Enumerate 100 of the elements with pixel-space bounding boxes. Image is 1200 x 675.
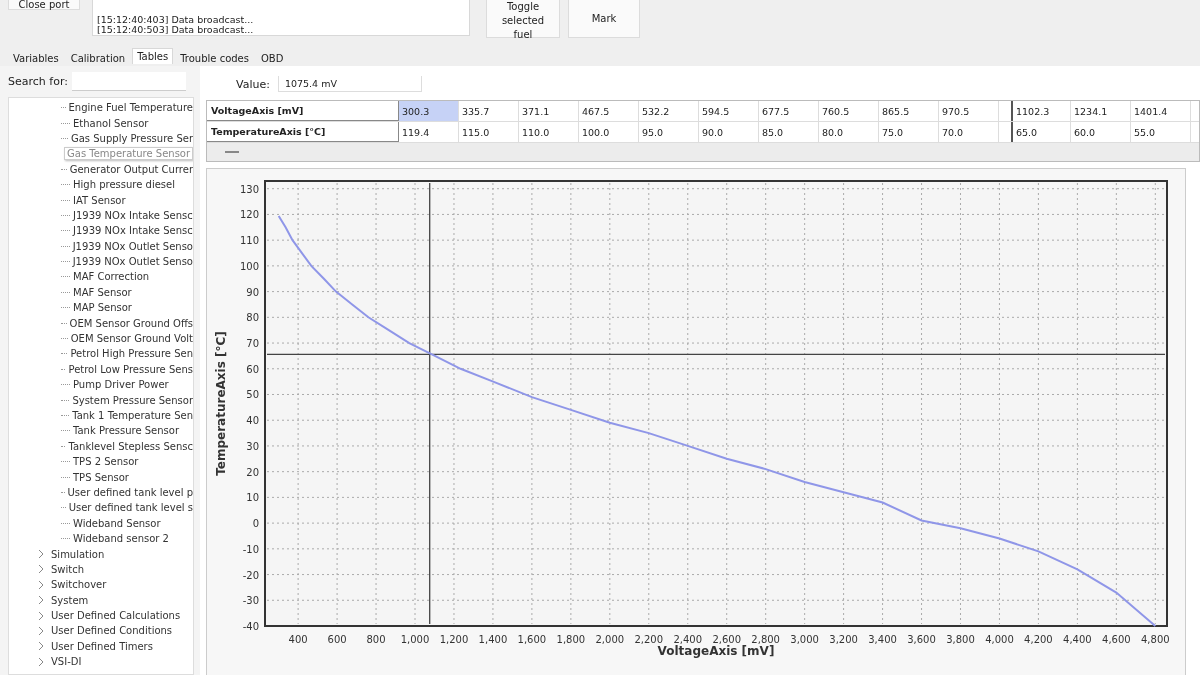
value-field[interactable]: 1075.4 mV	[277, 76, 422, 92]
y-tick-label: 130	[239, 183, 259, 195]
x-tick-label: 4,600	[1102, 634, 1131, 645]
y-tick-label: -10	[242, 543, 259, 555]
tree-item[interactable]: User defined tank level s	[68, 502, 193, 514]
tree-item[interactable]: Pump Driver Power	[73, 379, 169, 391]
search-label: Search for:	[8, 74, 68, 88]
table-cell[interactable]: 467.5	[579, 101, 639, 121]
table-cell[interactable]: 371.1	[519, 101, 579, 121]
tree-item[interactable]: Tank 1 Temperature Sen	[72, 410, 193, 421]
tree-item[interactable]: Wideband sensor 2	[73, 533, 169, 545]
table-cell[interactable]: 677.5	[759, 101, 819, 121]
tab[interactable]: Trouble codes	[175, 50, 254, 66]
table-cell[interactable]: 865.5	[879, 101, 939, 121]
tree-item[interactable]: System Pressure Sensor	[72, 394, 193, 406]
x-tick-label: 1,600	[517, 634, 547, 645]
x-tick-label: 1,800	[556, 634, 586, 645]
y-tick-label: 70	[246, 338, 259, 350]
tab[interactable]: OBD	[256, 50, 289, 66]
table-cell[interactable]: 335.7	[459, 101, 519, 121]
tree-item[interactable]: TPS Sensor	[73, 471, 129, 483]
table-cell[interactable]: 85.0	[759, 122, 819, 142]
y-tick-label: 90	[246, 286, 259, 298]
tree-item[interactable]: User Defined Calculations	[51, 610, 181, 622]
x-tick-label: 4,000	[985, 634, 1014, 645]
tree-item[interactable]: Ethanol Sensor	[73, 117, 149, 129]
x-tick-label: 3,800	[946, 634, 975, 645]
tree-item[interactable]: Generator Output Currer	[69, 163, 193, 175]
tree-item[interactable]: High pressure diesel	[73, 179, 175, 191]
y-tick-label: -40	[242, 621, 259, 632]
y-tick-label: 110	[239, 235, 259, 247]
tree-item[interactable]: User Defined Timers	[51, 640, 153, 652]
tab[interactable]: Variables	[8, 50, 64, 66]
x-tick-label: 4,200	[1024, 634, 1053, 645]
x-tick-label: 3,200	[829, 634, 858, 645]
tree-item[interactable]: System	[51, 594, 89, 606]
tree-item[interactable]: Petrol Low Pressure Sens	[68, 363, 193, 375]
x-tick-label: 2,600	[712, 634, 742, 645]
x-tick-label: 3,600	[907, 634, 936, 645]
tree-item[interactable]: Gas Supply Pressure Ser	[71, 132, 193, 144]
tab[interactable]: Calibration	[65, 50, 131, 66]
chevron-right-icon[interactable]	[37, 641, 45, 652]
tree-item[interactable]: J1939 NOx Intake Sensc	[73, 225, 193, 237]
chevron-right-icon[interactable]	[37, 564, 45, 575]
chevron-right-icon[interactable]	[37, 656, 45, 667]
tree-item[interactable]: IAT Sensor	[73, 194, 126, 206]
search-field[interactable]	[71, 71, 186, 91]
tree-item[interactable]: TPS 2 Sensor	[73, 456, 139, 468]
tree-item[interactable]: Switch	[51, 563, 85, 575]
y-tick-label: 20	[246, 466, 259, 478]
tree-item[interactable]: VSI-DI	[51, 656, 82, 668]
y-tick-label: 50	[246, 389, 259, 401]
value-label: Value:	[236, 77, 270, 91]
tree-item[interactable]: OEM Sensor Ground Volt	[70, 333, 193, 345]
table-cell[interactable]: 594.5	[699, 101, 759, 121]
tree-item[interactable]: Wideband Sensor	[73, 517, 161, 529]
x-tick-label: 2,200	[634, 634, 664, 645]
tree-item[interactable]: User defined tank level p	[67, 486, 193, 498]
tree-item[interactable]: User Defined Conditions	[51, 625, 173, 637]
tree-item[interactable]: MAF Correction	[73, 271, 150, 283]
chevron-right-icon[interactable]	[37, 610, 45, 621]
y-axis-title: TemperatureAxis [°C]	[214, 331, 228, 476]
toggle-fuel-button[interactable]: Toggle selected fuel	[486, 0, 560, 38]
tree-item[interactable]: J1939 NOx Intake Sensc	[73, 209, 193, 221]
table-cell[interactable]: 300.3	[399, 101, 459, 121]
mark-button[interactable]: Mark	[568, 0, 640, 38]
close-port-button[interactable]: Close port	[8, 0, 80, 10]
tree-item[interactable]: J1939 NOx Outlet Senso	[72, 240, 193, 252]
table-cell[interactable]: 970.5	[939, 101, 999, 121]
table-cell[interactable]: 532.2	[639, 101, 699, 121]
tree-item[interactable]: Engine Fuel Temperature	[68, 102, 193, 114]
tree-item[interactable]: Tank Pressure Sensor	[73, 425, 180, 437]
x-tick-label: 4,800	[1141, 634, 1170, 645]
tree-item[interactable]: OEM Sensor Ground Offs	[69, 317, 193, 329]
table-cell[interactable]: 65.0	[1011, 122, 1071, 142]
chevron-right-icon[interactable]	[37, 595, 45, 606]
chevron-right-icon[interactable]	[37, 549, 45, 559]
tree-item[interactable]: J1939 NOx Outlet Senso	[72, 256, 193, 268]
table-cell[interactable]: 90.0	[699, 122, 759, 142]
table-cell[interactable]: 80.0	[819, 122, 879, 142]
x-axis-title: VoltageAxis [mV]	[657, 644, 775, 658]
table-cell[interactable]: 1102.3	[1011, 101, 1071, 121]
chevron-right-icon[interactable]	[37, 625, 45, 636]
tree-item[interactable]: Petrol High Pressure Sen	[70, 348, 193, 360]
tree-item[interactable]: Tanklevel Stepless Sensc	[68, 440, 193, 452]
tree-item[interactable]: MAP Sensor	[73, 302, 132, 314]
tab[interactable]: Tables	[132, 48, 174, 64]
table-cell[interactable]: 70.0	[939, 122, 999, 142]
table-cell[interactable]: 75.0	[879, 122, 939, 142]
x-tick-label: 2,000	[595, 634, 625, 645]
table-cell[interactable]: 760.5	[819, 101, 879, 121]
table-cell[interactable]: 60.0	[1071, 122, 1131, 142]
tree-item[interactable]: Simulation	[51, 548, 105, 560]
table-cell[interactable]: 55.0	[1131, 122, 1191, 142]
tree-item[interactable]: Gas Temperature Sensor	[64, 147, 193, 161]
dash-icon	[225, 151, 239, 153]
tree-item[interactable]: MAF Sensor	[73, 286, 132, 298]
chevron-right-icon[interactable]	[37, 579, 45, 590]
tree-item[interactable]: Switchover	[51, 579, 107, 591]
table-cell[interactable]: 95.0	[639, 122, 699, 142]
